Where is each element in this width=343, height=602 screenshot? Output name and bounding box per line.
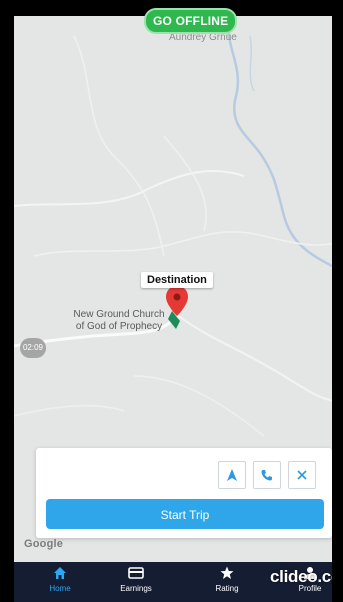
nav-label-rating: Rating [215, 584, 239, 593]
google-attribution: Google [24, 538, 64, 550]
home-icon [54, 567, 66, 579]
place-label-line2: of God of Prophecy [75, 321, 163, 332]
cancel-trip-button[interactable] [288, 461, 316, 489]
phone-icon [261, 470, 272, 481]
call-button[interactable] [253, 461, 281, 489]
watermark: clideo.com [270, 567, 332, 586]
close-icon [297, 470, 307, 480]
destination-label: Destination [141, 272, 213, 288]
trip-card: Start Trip [36, 448, 332, 538]
star-icon [220, 566, 234, 579]
nav-item-home[interactable]: Home [30, 566, 90, 593]
start-trip-button[interactable]: Start Trip [46, 499, 324, 529]
navigate-button[interactable] [218, 461, 246, 489]
navigate-icon [227, 469, 237, 481]
go-offline-button[interactable]: GO OFFLINE [144, 8, 238, 34]
place-label-line1: New Ground Church [73, 309, 165, 320]
nav-item-rating[interactable]: Rating [197, 566, 257, 593]
nav-label-earnings: Earnings [120, 584, 152, 593]
app-frame: Aundrey Grnue Destination New Ground Chu… [14, 0, 332, 602]
nav-label-home: Home [49, 584, 71, 593]
wallet-icon [128, 567, 144, 579]
time-chip: 02:09 [20, 338, 46, 358]
nav-item-earnings[interactable]: Earnings [106, 566, 166, 593]
place-label: New Ground Church of God of Prophecy [60, 309, 178, 333]
